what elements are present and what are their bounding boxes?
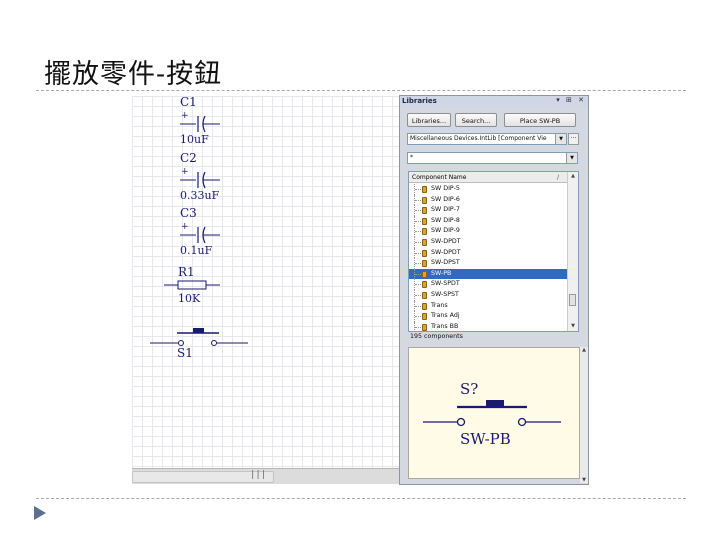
component-icon [422, 207, 427, 215]
list-item[interactable]: Trans [409, 300, 569, 312]
library-select[interactable]: Miscellaneous Devices.IntLib [Component … [407, 133, 567, 145]
component-list-scrollbar[interactable]: ▲ ▼ [567, 172, 578, 331]
column-header-label: Component Name [412, 174, 467, 181]
scroll-grip: ||| [250, 470, 267, 480]
switch-s1-symbol[interactable] [150, 328, 248, 346]
sw-pb-preview-symbol [423, 400, 561, 427]
component-name-column-header[interactable]: Component Name / [409, 172, 569, 183]
list-item-label: SW-SPST [431, 290, 459, 298]
s1-ref-label: S1 [177, 346, 193, 360]
component-icon [422, 302, 427, 310]
list-item-label: Trans BB [431, 322, 459, 330]
preview-component-name: SW-PB [460, 430, 511, 448]
component-icon [422, 238, 427, 246]
scroll-down-icon[interactable]: ▼ [580, 477, 588, 483]
list-item-label: SW DIP-6 [431, 195, 460, 203]
list-item[interactable]: SW DIP-8 [409, 215, 569, 227]
c1-value-label: 10uF [180, 133, 209, 146]
c1-polarity-label: + [181, 111, 189, 121]
r1-value-label: 10K [178, 292, 201, 305]
filter-value: * [410, 154, 413, 161]
libraries-button[interactable]: Libraries... [407, 113, 451, 127]
list-item-label: SW-PB [431, 269, 452, 277]
chevron-down-icon[interactable]: ▼ [566, 153, 577, 163]
component-icon [422, 291, 427, 299]
scroll-up-icon[interactable]: ▲ [580, 347, 588, 353]
triangle-bullet-icon [34, 506, 46, 520]
schematic-drawing [150, 115, 248, 346]
list-item[interactable]: Trans Adj [409, 311, 569, 322]
c3-polarity-label: + [181, 222, 189, 232]
r1-ref-label: R1 [178, 265, 195, 279]
c1-ref-label: C1 [180, 96, 197, 109]
list-item[interactable]: SW DIP-6 [409, 194, 569, 206]
component-icon [422, 186, 427, 193]
panel-scrollbar[interactable]: ▲ ▼ [580, 347, 588, 483]
list-item-label: SW-DPDT [431, 248, 461, 256]
scroll-up-icon[interactable]: ▲ [568, 172, 578, 181]
component-icon [422, 281, 427, 289]
list-item-label: Trans [431, 301, 448, 309]
canvas-horizontal-scrollbar[interactable]: ||| [132, 468, 400, 484]
list-item[interactable]: SW-DPDT [409, 236, 569, 248]
libraries-panel-header: Libraries ▾ ⊞ ✕ [400, 96, 588, 107]
component-icon [422, 196, 427, 204]
filter-input[interactable]: * ▼ [407, 152, 578, 164]
component-icon [422, 260, 427, 268]
place-component-button[interactable]: Place SW-PB [504, 113, 576, 127]
list-item[interactable]: Trans BB [409, 321, 569, 331]
component-icon [422, 217, 427, 225]
library-select-value: Miscellaneous Devices.IntLib [Component … [410, 135, 547, 142]
c2-polarity-label: + [181, 167, 189, 177]
list-item-label: SW-SPDT [431, 280, 460, 288]
component-icon [422, 270, 427, 278]
list-item-label: SW DIP-9 [431, 227, 460, 235]
component-list[interactable]: Component Name / SW DIP-5 SW DIP-6 SW DIP-… [408, 171, 579, 332]
slide-title: 擺放零件-按鈕 [44, 59, 223, 90]
list-item-label: SW DIP-7 [431, 206, 460, 214]
component-count: 195 components [410, 333, 463, 340]
list-item[interactable]: SW-SPST [409, 289, 569, 301]
list-item[interactable]: SW DIP-7 [409, 205, 569, 216]
scroll-down-icon[interactable]: ▼ [568, 322, 578, 331]
component-icon [422, 228, 427, 236]
sort-indicator-icon: / [556, 174, 559, 181]
component-icon [422, 323, 427, 331]
component-list-rows: SW DIP-5 SW DIP-6 SW DIP-7 SW DIP-8 SW DIP-9… [409, 184, 569, 331]
component-list-scroll-thumb[interactable] [569, 294, 576, 306]
list-item-label: SW DIP-5 [431, 185, 460, 192]
panel-window-controls[interactable]: ▾ ⊞ ✕ [556, 96, 586, 104]
list-item-label: SW DIP-8 [431, 216, 460, 224]
schematic-canvas[interactable]: C1 + 10uF C2 + 0.33uF C3 + 0.1uF R1 10K … [132, 96, 400, 484]
list-item-label: SW-DPST [431, 259, 460, 267]
list-item-label: Trans Adj [431, 312, 460, 320]
chevron-down-icon[interactable]: ▼ [555, 134, 566, 144]
c2-ref-label: C2 [180, 151, 197, 165]
search-button[interactable]: Search... [455, 113, 497, 127]
list-item[interactable]: SW-DPDT [409, 247, 569, 259]
title-divider [36, 90, 686, 91]
library-more-button[interactable]: ··· [568, 133, 579, 145]
list-item[interactable]: SW-DPST [409, 258, 569, 269]
c3-value-label: 0.1uF [180, 244, 213, 257]
list-item[interactable]: SW DIP-9 [409, 226, 569, 237]
component-icon [422, 313, 427, 321]
list-item[interactable]: SW DIP-5 [409, 184, 569, 195]
list-item-label: SW-DPDT [431, 237, 461, 245]
c3-ref-label: C3 [180, 206, 197, 220]
list-item[interactable]: SW-SPDT [409, 279, 569, 290]
libraries-panel-title: Libraries [402, 97, 437, 105]
preview-designator: S? [460, 380, 479, 398]
resistor-r1-symbol[interactable] [164, 280, 220, 290]
c2-value-label: 0.33uF [180, 189, 220, 202]
footer-divider [36, 498, 686, 499]
list-item[interactable]: SW-PB [409, 268, 569, 280]
component-icon [422, 249, 427, 257]
component-preview [408, 347, 580, 479]
